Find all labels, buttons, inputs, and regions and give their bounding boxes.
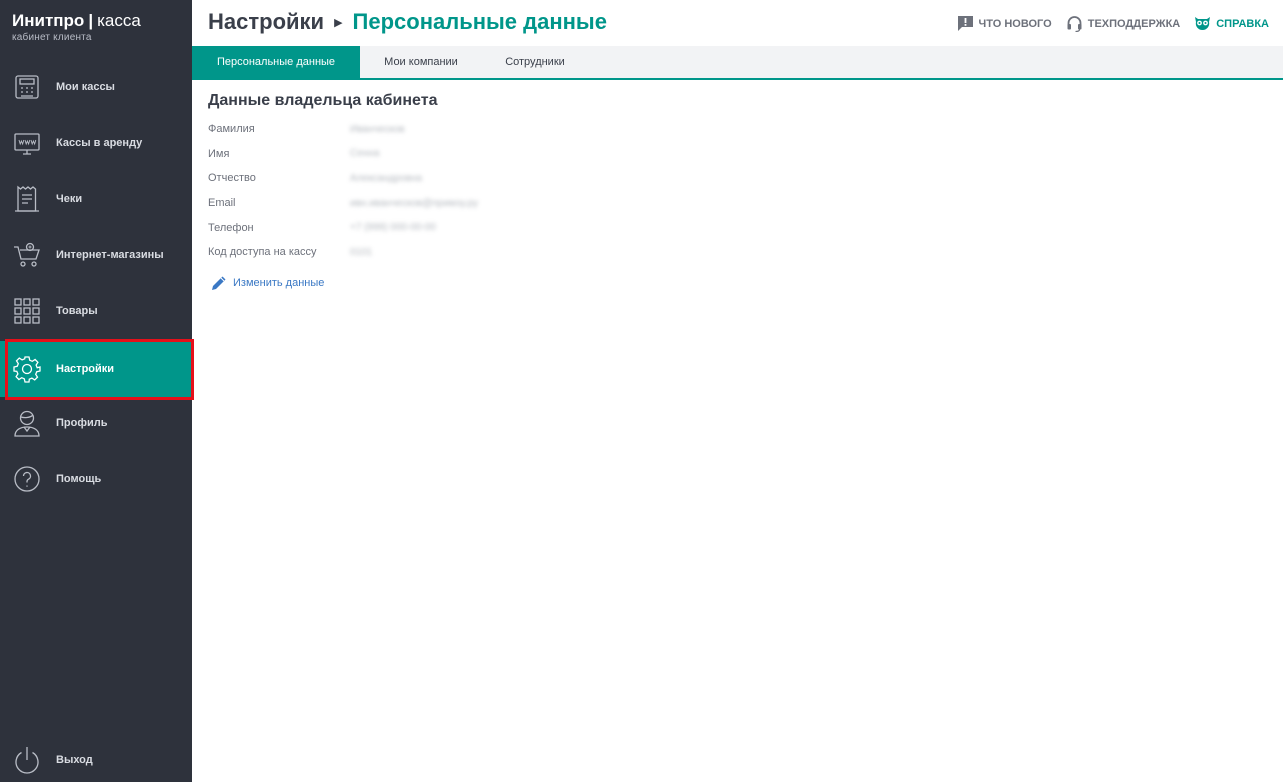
page-header: Настройки ▶ Персональные данные ЧТО НОВО… [192,0,1283,46]
announcement-icon [957,16,973,31]
sidebar-item-products[interactable]: Товары [0,283,192,339]
logout-label: Выход [56,754,93,766]
owner-data-section: Данные владельца кабинета Фамилия Иванче… [208,92,1268,297]
brand-name-bold: Инитпро [12,11,85,30]
owner-fields: Фамилия Иванческов Имя Сенна Отчество Ал… [208,117,1268,265]
sidebar-item-label: Товары [56,305,98,317]
owl-icon [1195,17,1211,30]
support-label: ТЕХПОДДЕРЖКА [1087,17,1181,30]
edit-data-label: Изменить данные [233,276,325,289]
sidebar-item-label: Интернет-магазины [56,249,164,261]
support-link[interactable]: ТЕХПОДДЕРЖКА [1066,15,1181,32]
www-monitor-icon [13,129,41,157]
field-value-blurred: ивн.иванческов@примэу.ру [350,197,479,209]
sidebar-item-online-stores[interactable]: Интернет-магазины [0,227,192,283]
breadcrumb-arrow-icon: ▶ [334,16,343,29]
power-icon [13,746,41,774]
help-link[interactable]: СПРАВКА [1194,15,1269,32]
field-row-phone: Телефон +7 (999) 000-00-00 [208,215,1268,240]
page-title: Персональные данные [352,9,607,34]
logout-button[interactable]: Выход [0,732,192,782]
grid-icon [13,297,41,325]
brand-separator: | [88,11,94,30]
shopping-cart-icon [13,241,41,269]
field-label: Код доступа на кассу [208,246,317,259]
sidebar-item-profile[interactable]: Профиль [0,395,192,451]
field-value-blurred: +7 (999) 000-00-00 [350,222,436,234]
edit-data-link[interactable]: Изменить данные [208,274,324,292]
tab-personal-data[interactable]: Персональные данные [192,46,360,78]
gear-icon [13,355,41,383]
tabs-bar: Персональные данные Мои компании Сотрудн… [192,46,1283,80]
field-label: Телефон [208,221,254,234]
sidebar-item-label: Профиль [56,417,108,429]
field-row-patronymic: Отчество Александровна [208,166,1268,191]
sidebar: Инитпро | касса кабинет клиента Мои кассы … [0,0,194,782]
cash-register-icon [13,73,41,101]
field-row-first-name: Имя Сенна [208,142,1268,167]
user-icon [13,409,41,437]
sidebar-item-rental-registers[interactable]: Кассы в аренду [0,115,192,171]
sidebar-item-help[interactable]: Помощь [0,451,192,507]
field-value-blurred: Александровна [350,172,422,184]
question-icon [13,465,41,493]
field-value-blurred: 0101 [350,246,373,258]
whats-new-link[interactable]: ЧТО НОВОГО [957,15,1052,32]
sidebar-item-label: Кассы в аренду [56,137,143,149]
field-value-blurred: Иванческов [350,123,405,135]
field-label: Фамилия [208,123,255,136]
sidebar-item-label: Настройки [56,363,115,375]
help-label: СПРАВКА [1216,17,1269,30]
field-label: Email [208,197,236,210]
field-row-access-code: Код доступа на кассу 0101 [208,240,1268,265]
field-label: Отчество [208,172,256,185]
receipt-icon [13,185,41,213]
header-links: ЧТО НОВОГО ТЕХПОДДЕРЖКА СПРАВКА [943,15,1269,32]
breadcrumb-root[interactable]: Настройки [208,9,324,35]
field-value-blurred: Сенна [350,148,380,160]
sidebar-item-receipts[interactable]: Чеки [0,171,192,227]
tab-employees[interactable]: Сотрудники [484,46,586,78]
sidebar-item-label: Помощь [56,473,102,485]
whats-new-label: ЧТО НОВОГО [978,17,1052,30]
brand-logo[interactable]: Инитпро | касса кабинет клиента [12,11,141,43]
sidebar-item-label: Мои кассы [56,81,115,93]
tab-my-companies[interactable]: Мои компании [364,46,478,78]
brand-title: Инитпро | касса [12,11,141,31]
headset-icon [1067,16,1082,32]
pencil-icon [212,276,226,290]
breadcrumb: Настройки ▶ Персональные данные [208,9,607,35]
brand-name-light: касса [97,11,141,30]
section-title: Данные владельца кабинета [208,92,438,109]
field-row-last-name: Фамилия Иванческов [208,117,1268,142]
sidebar-item-label: Чеки [56,193,83,205]
field-row-email: Email ивн.иванческов@примэу.ру [208,191,1268,216]
sidebar-item-my-registers[interactable]: Мои кассы [0,59,192,115]
field-label: Имя [208,147,230,160]
sidebar-item-settings[interactable]: Настройки [0,341,192,397]
brand-subtitle: кабинет клиента [12,32,92,43]
